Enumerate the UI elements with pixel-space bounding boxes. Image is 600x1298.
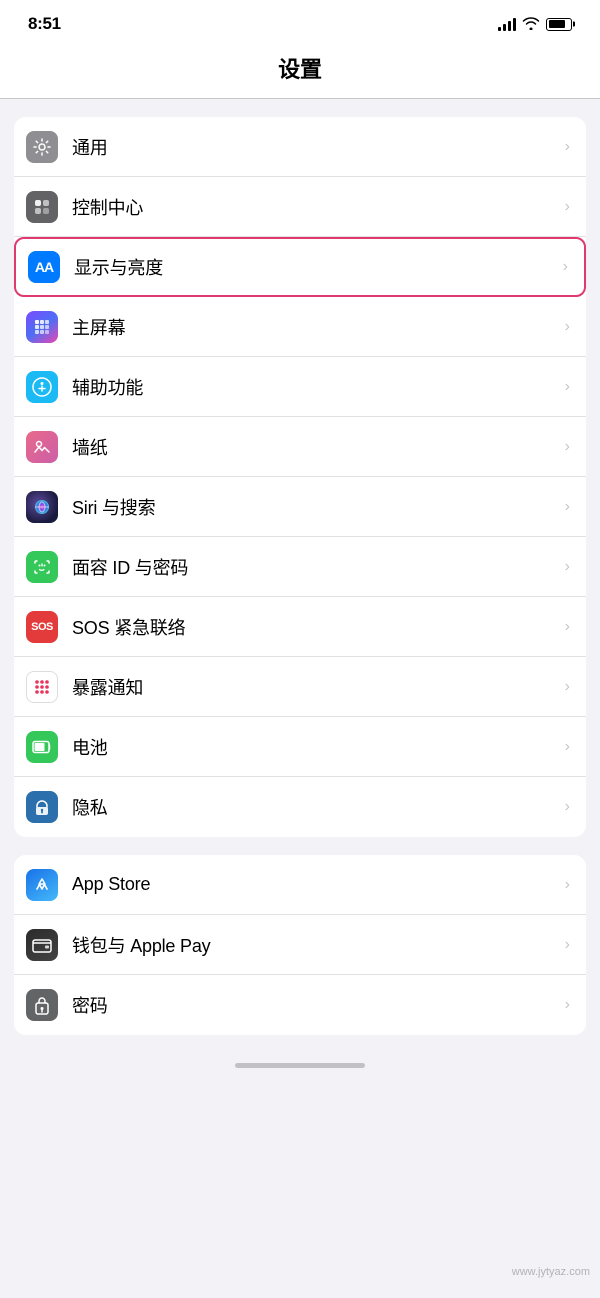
settings-item-home-screen[interactable]: 主屏幕 › <box>14 297 586 357</box>
chevron-icon: › <box>565 138 570 156</box>
chevron-icon: › <box>563 258 568 276</box>
sos-label: SOS 紧急联络 <box>72 614 565 640</box>
settings-item-privacy[interactable]: 隐私 › <box>14 777 586 837</box>
general-icon <box>26 131 58 163</box>
home-screen-label: 主屏幕 <box>72 314 565 340</box>
page-title: 设置 <box>20 52 580 84</box>
signal-bars-icon <box>498 17 516 31</box>
password-label: 密码 <box>72 992 565 1018</box>
settings-item-accessibility[interactable]: 辅助功能 › <box>14 357 586 417</box>
settings-item-display[interactable]: AA 显示与亮度 › <box>14 237 586 297</box>
siri-label: Siri 与搜索 <box>72 494 565 520</box>
chevron-icon: › <box>565 738 570 756</box>
settings-section-2: App Store › 钱包与 Apple Pay › 密码 › <box>14 855 586 1035</box>
exposure-icon <box>26 671 58 703</box>
settings-item-battery[interactable]: 电池 › <box>14 717 586 777</box>
wallpaper-label: 墙纸 <box>72 434 565 460</box>
chevron-icon: › <box>565 558 570 576</box>
home-screen-icon <box>26 311 58 343</box>
status-time: 8:51 <box>28 14 61 34</box>
password-icon <box>26 989 58 1021</box>
settings-item-sos[interactable]: SOS SOS 紧急联络 › <box>14 597 586 657</box>
siri-icon <box>26 491 58 523</box>
appstore-icon <box>26 869 58 901</box>
settings-item-wallet[interactable]: 钱包与 Apple Pay › <box>14 915 586 975</box>
faceid-icon <box>26 551 58 583</box>
display-icon: AA <box>28 251 60 283</box>
exposure-label: 暴露通知 <box>72 674 565 700</box>
status-icons <box>498 16 572 33</box>
chevron-icon: › <box>565 498 570 516</box>
appstore-label: App Store <box>72 874 565 895</box>
settings-item-exposure[interactable]: 暴露通知 › <box>14 657 586 717</box>
control-center-icon <box>26 191 58 223</box>
chevron-icon: › <box>565 438 570 456</box>
chevron-icon: › <box>565 876 570 894</box>
home-bar-line <box>235 1063 365 1068</box>
chevron-icon: › <box>565 618 570 636</box>
chevron-icon: › <box>565 936 570 954</box>
chevron-icon: › <box>565 996 570 1014</box>
settings-item-general[interactable]: 通用 › <box>14 117 586 177</box>
wallpaper-icon <box>26 431 58 463</box>
settings-item-appstore[interactable]: App Store › <box>14 855 586 915</box>
wifi-icon <box>522 16 540 33</box>
accessibility-label: 辅助功能 <box>72 374 565 400</box>
watermark: www.jytyaz.com <box>512 1266 590 1278</box>
accessibility-icon <box>26 371 58 403</box>
battery-label: 电池 <box>72 734 565 760</box>
battery-settings-icon <box>26 731 58 763</box>
page-header: 设置 <box>0 42 600 99</box>
status-bar: 8:51 <box>0 0 600 42</box>
chevron-icon: › <box>565 378 570 396</box>
settings-item-siri[interactable]: Siri 与搜索 › <box>14 477 586 537</box>
faceid-label: 面容 ID 与密码 <box>72 554 565 580</box>
display-label: 显示与亮度 <box>74 254 563 280</box>
settings-item-password[interactable]: 密码 › <box>14 975 586 1035</box>
general-label: 通用 <box>72 134 565 160</box>
settings-item-control-center[interactable]: 控制中心 › <box>14 177 586 237</box>
battery-icon <box>546 18 572 31</box>
chevron-icon: › <box>565 678 570 696</box>
chevron-icon: › <box>565 318 570 336</box>
home-bar <box>0 1053 600 1074</box>
wallet-icon <box>26 929 58 961</box>
control-center-label: 控制中心 <box>72 194 565 220</box>
chevron-icon: › <box>565 798 570 816</box>
wallet-label: 钱包与 Apple Pay <box>72 932 565 958</box>
privacy-label: 隐私 <box>72 794 565 820</box>
settings-section-1: 通用 › 控制中心 › AA 显示与亮度 › <box>14 117 586 837</box>
chevron-icon: › <box>565 198 570 216</box>
settings-item-wallpaper[interactable]: 墙纸 › <box>14 417 586 477</box>
privacy-icon <box>26 791 58 823</box>
settings-item-faceid[interactable]: 面容 ID 与密码 › <box>14 537 586 597</box>
sos-icon: SOS <box>26 611 58 643</box>
